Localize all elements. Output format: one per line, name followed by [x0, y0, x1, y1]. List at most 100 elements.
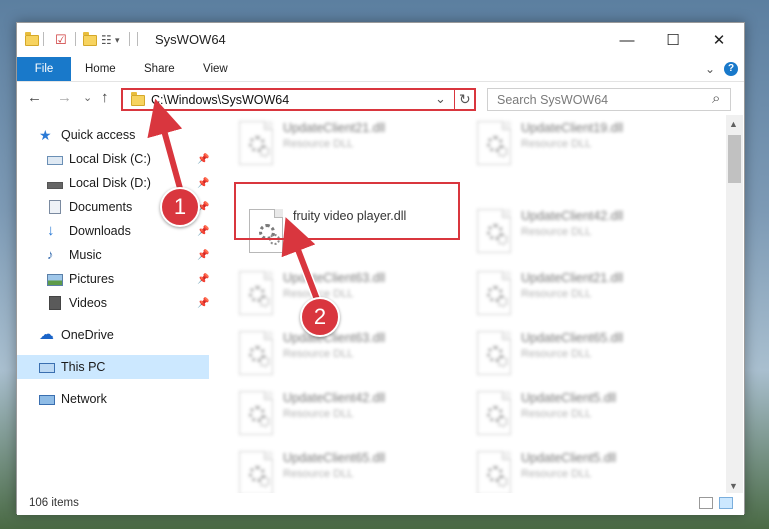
file-highlight-box: [234, 182, 460, 240]
dll-file-icon: [477, 331, 511, 375]
customize-icon[interactable]: ☷: [101, 32, 112, 48]
properties-icon[interactable]: ☑: [55, 32, 67, 48]
minimize-button[interactable]: —: [604, 23, 650, 57]
vertical-scrollbar[interactable]: ▲ ▼: [726, 115, 743, 495]
sidebar-item-pictures[interactable]: Pictures 📌: [17, 267, 209, 291]
close-button[interactable]: ✕: [696, 23, 742, 57]
pin-icon[interactable]: 📌: [197, 154, 209, 165]
refresh-icon[interactable]: ↻: [459, 91, 471, 108]
file-item[interactable]: UpdateClient65.dll Resource DLL: [231, 445, 451, 495]
maximize-button[interactable]: ☐: [650, 23, 696, 57]
pin-icon[interactable]: 📌: [197, 250, 209, 261]
sidebar-item-music[interactable]: ♪ Music 📌: [17, 243, 209, 267]
details-view-icon[interactable]: [699, 497, 713, 509]
file-type: Resource DLL: [283, 138, 354, 150]
sidebar-item-quick-access[interactable]: ★ Quick access: [17, 123, 209, 147]
sidebar-item-videos[interactable]: Videos 📌: [17, 291, 209, 315]
file-type: Resource DLL: [283, 348, 354, 360]
file-item[interactable]: UpdateClient63.dll Resource DLL: [231, 265, 451, 323]
scrollbar-thumb[interactable]: [728, 135, 741, 183]
file-item[interactable]: UpdateClient63.dll Resource DLL: [231, 325, 451, 383]
scroll-up-icon[interactable]: ▲: [729, 119, 738, 129]
dll-file-icon: [477, 391, 511, 435]
callout-1: 1: [160, 187, 200, 227]
pin-icon[interactable]: 📌: [197, 298, 209, 309]
pictures-icon: [47, 273, 63, 286]
callout-2: 2: [300, 297, 340, 337]
help-icon[interactable]: ?: [724, 62, 738, 76]
file-name: UpdateClient65.dll: [521, 331, 624, 345]
file-name: UpdateClient5.dll: [521, 451, 617, 465]
star-icon: ★: [39, 127, 52, 143]
sidebar-item-label: Network: [61, 392, 107, 406]
separator: [43, 32, 44, 46]
file-item[interactable]: UpdateClient5.dll Resource DLL: [469, 385, 689, 443]
drive-icon: [47, 181, 63, 189]
pin-icon[interactable]: 📌: [197, 178, 209, 189]
file-item[interactable]: UpdateClient42.dll Resource DLL: [469, 203, 689, 261]
pin-icon[interactable]: 📌: [197, 226, 209, 237]
tab-home[interactable]: Home: [85, 57, 116, 81]
onedrive-icon: ☁: [39, 326, 54, 343]
address-bar[interactable]: C:\Windows\SysWOW64 ⌄ ↻: [121, 88, 476, 111]
sidebar-item-label: Videos: [69, 296, 107, 310]
address-dropdown-icon[interactable]: ⌄: [435, 91, 446, 107]
file-type: Resource DLL: [521, 348, 592, 360]
file-item[interactable]: UpdateClient65.dll Resource DLL: [469, 325, 689, 383]
search-icon: ⌕: [712, 90, 721, 107]
sidebar-item-label: Downloads: [69, 224, 131, 238]
up-button[interactable]: ↑: [101, 89, 109, 106]
recent-locations-button[interactable]: ⌄: [83, 91, 92, 104]
new-folder-icon[interactable]: [83, 31, 97, 48]
dll-file-icon: [477, 121, 511, 165]
large-icons-view-icon[interactable]: [719, 497, 733, 509]
this-pc-icon: [39, 362, 55, 373]
separator: [454, 88, 455, 111]
search-input[interactable]: Search SysWOW64 ⌕: [487, 88, 731, 111]
dll-file-icon: [239, 451, 273, 495]
sidebar-item-network[interactable]: Network: [17, 387, 209, 411]
sidebar-item-label: Local Disk (C:): [69, 152, 151, 166]
expand-ribbon-icon[interactable]: ⌄: [705, 57, 715, 81]
chevron-down-icon[interactable]: ▾: [115, 32, 120, 48]
file-name: UpdateClient63.dll: [283, 271, 386, 285]
sidebar-item-label: Pictures: [69, 272, 115, 286]
dll-file-icon: [477, 451, 511, 495]
window-title: SysWOW64: [155, 32, 226, 47]
file-type: Resource DLL: [283, 408, 354, 420]
videos-icon: [49, 296, 61, 310]
file-type: Resource DLL: [521, 468, 592, 480]
sidebar-item-label: Local Disk (D:): [69, 176, 151, 190]
sidebar-item-local-disk-c[interactable]: Local Disk (C:) 📌: [17, 147, 209, 171]
file-name: UpdateClient21.dll: [283, 121, 386, 135]
tab-file[interactable]: File: [17, 57, 71, 81]
ribbon: File Home Share View ⌄ ?: [17, 57, 744, 82]
file-item[interactable]: UpdateClient42.dll Resource DLL: [231, 385, 451, 443]
file-type: Resource DLL: [283, 468, 354, 480]
tab-share[interactable]: Share: [144, 57, 175, 81]
folder-icon: [25, 31, 39, 48]
sidebar-item-onedrive[interactable]: ☁ OneDrive: [17, 323, 209, 347]
back-button[interactable]: ←: [27, 89, 42, 106]
scroll-down-icon[interactable]: ▼: [729, 481, 738, 491]
pin-icon[interactable]: 📌: [197, 274, 209, 285]
music-icon: ♪: [47, 247, 54, 262]
dll-file-icon: [239, 121, 273, 165]
tab-view[interactable]: View: [203, 57, 228, 81]
address-path[interactable]: C:\Windows\SysWOW64: [151, 93, 289, 107]
sidebar-item-label: OneDrive: [61, 328, 114, 342]
forward-button[interactable]: →: [57, 89, 72, 106]
file-item[interactable]: UpdateClient19.dll Resource DLL: [469, 115, 689, 173]
file-type: Resource DLL: [521, 288, 592, 300]
file-name: UpdateClient42.dll: [283, 391, 386, 405]
item-count: 106 items: [29, 497, 79, 509]
file-item[interactable]: UpdateClient21.dll Resource DLL: [231, 115, 451, 173]
sidebar-item-this-pc[interactable]: This PC: [17, 355, 209, 379]
file-type: Resource DLL: [521, 408, 592, 420]
file-explorer-window: ☑ ☷ ▾ SysWOW64 — ☐ ✕ File Home Share Vie…: [16, 22, 745, 515]
file-item[interactable]: UpdateClient21.dll Resource DLL: [469, 265, 689, 323]
file-item[interactable]: UpdateClient5.dll Resource DLL: [469, 445, 689, 495]
sidebar-item-label: This PC: [61, 360, 106, 374]
dll-file-icon: [239, 271, 273, 315]
file-name: UpdateClient19.dll: [521, 121, 624, 135]
